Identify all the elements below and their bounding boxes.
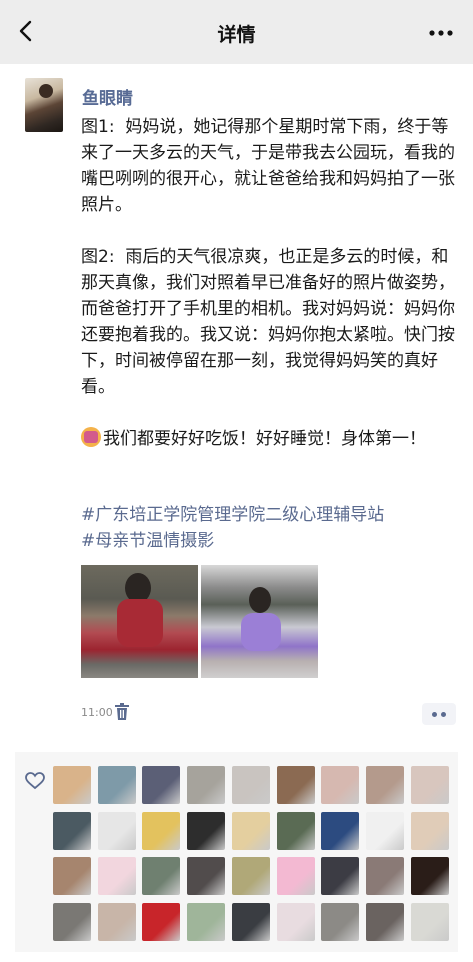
liker-avatar[interactable]: [321, 766, 360, 804]
post-time: 11:00: [81, 706, 113, 719]
liker-avatar[interactable]: [365, 857, 404, 895]
dot-icon: [441, 712, 446, 717]
author-name[interactable]: 鱼眼睛: [82, 84, 133, 109]
trash-icon[interactable]: [115, 703, 129, 720]
liker-avatar[interactable]: [321, 902, 360, 941]
raising-hand-emoji-icon: [81, 427, 101, 447]
liker-avatar[interactable]: [97, 766, 136, 804]
liker-avatar[interactable]: [97, 811, 136, 850]
more-options-icon[interactable]: [429, 30, 453, 36]
liker-avatar[interactable]: [365, 766, 404, 804]
liker-avatar[interactable]: [276, 811, 315, 850]
liker-avatar[interactable]: [97, 902, 136, 941]
paragraph-2: 图2: 雨后的天气很凉爽，也正是多云的时候，和那天真像，我们对照着早已准备好的照…: [81, 247, 455, 397]
liker-avatar[interactable]: [276, 902, 315, 941]
liker-avatar[interactable]: [231, 857, 270, 895]
hashtag-link[interactable]: #母亲节温情摄影: [81, 528, 214, 554]
liker-avatar[interactable]: [187, 766, 226, 804]
liker-avatar[interactable]: [187, 811, 226, 850]
liker-avatar[interactable]: [410, 811, 449, 850]
heart-icon: [25, 772, 45, 790]
page-title: 详情: [217, 24, 256, 46]
liker-avatar[interactable]: [410, 857, 449, 895]
liker-avatar[interactable]: [276, 766, 315, 804]
post-photo-1[interactable]: [81, 565, 198, 678]
liker-avatar[interactable]: [231, 902, 270, 941]
paragraph-1: 图1: 妈妈说，她记得那个星期时常下雨，终于等来了一天多云的天气，于是带我去公园…: [81, 117, 455, 215]
liker-avatar[interactable]: [321, 857, 360, 895]
likes-panel: [15, 752, 458, 952]
liker-avatar[interactable]: [187, 857, 226, 895]
author-avatar[interactable]: [25, 78, 63, 132]
hashtag-link[interactable]: #广东培正学院管理学院二级心理辅导站: [81, 502, 384, 528]
liker-avatar[interactable]: [410, 766, 449, 804]
comment-like-button[interactable]: [422, 703, 456, 725]
liker-avatar[interactable]: [187, 902, 226, 941]
liker-avatar[interactable]: [142, 857, 181, 895]
liker-avatar[interactable]: [53, 811, 91, 850]
liker-avatar[interactable]: [142, 811, 181, 850]
liker-avatar[interactable]: [53, 766, 91, 804]
liker-avatar[interactable]: [142, 766, 181, 804]
liker-avatar[interactable]: [365, 811, 404, 850]
liker-avatar[interactable]: [97, 857, 136, 895]
liker-avatar[interactable]: [231, 766, 270, 804]
liker-avatar[interactable]: [231, 811, 270, 850]
liker-avatar[interactable]: [142, 902, 181, 941]
liker-avatar[interactable]: [321, 811, 360, 850]
liker-avatar[interactable]: [410, 902, 449, 941]
post-photo-2[interactable]: [201, 565, 318, 678]
liker-avatar[interactable]: [53, 902, 91, 941]
liker-avatar[interactable]: [365, 902, 404, 941]
liker-avatar[interactable]: [53, 857, 91, 895]
top-bar: 详情: [0, 0, 473, 64]
post-body: 图1: 妈妈说，她记得那个星期时常下雨，终于等来了一天多云的天气，于是带我去公园…: [81, 114, 463, 452]
dot-icon: [432, 712, 437, 717]
liker-avatar[interactable]: [276, 857, 315, 895]
paragraph-3: 我们都要好好吃饭！好好睡觉！身体第一！: [103, 429, 426, 449]
